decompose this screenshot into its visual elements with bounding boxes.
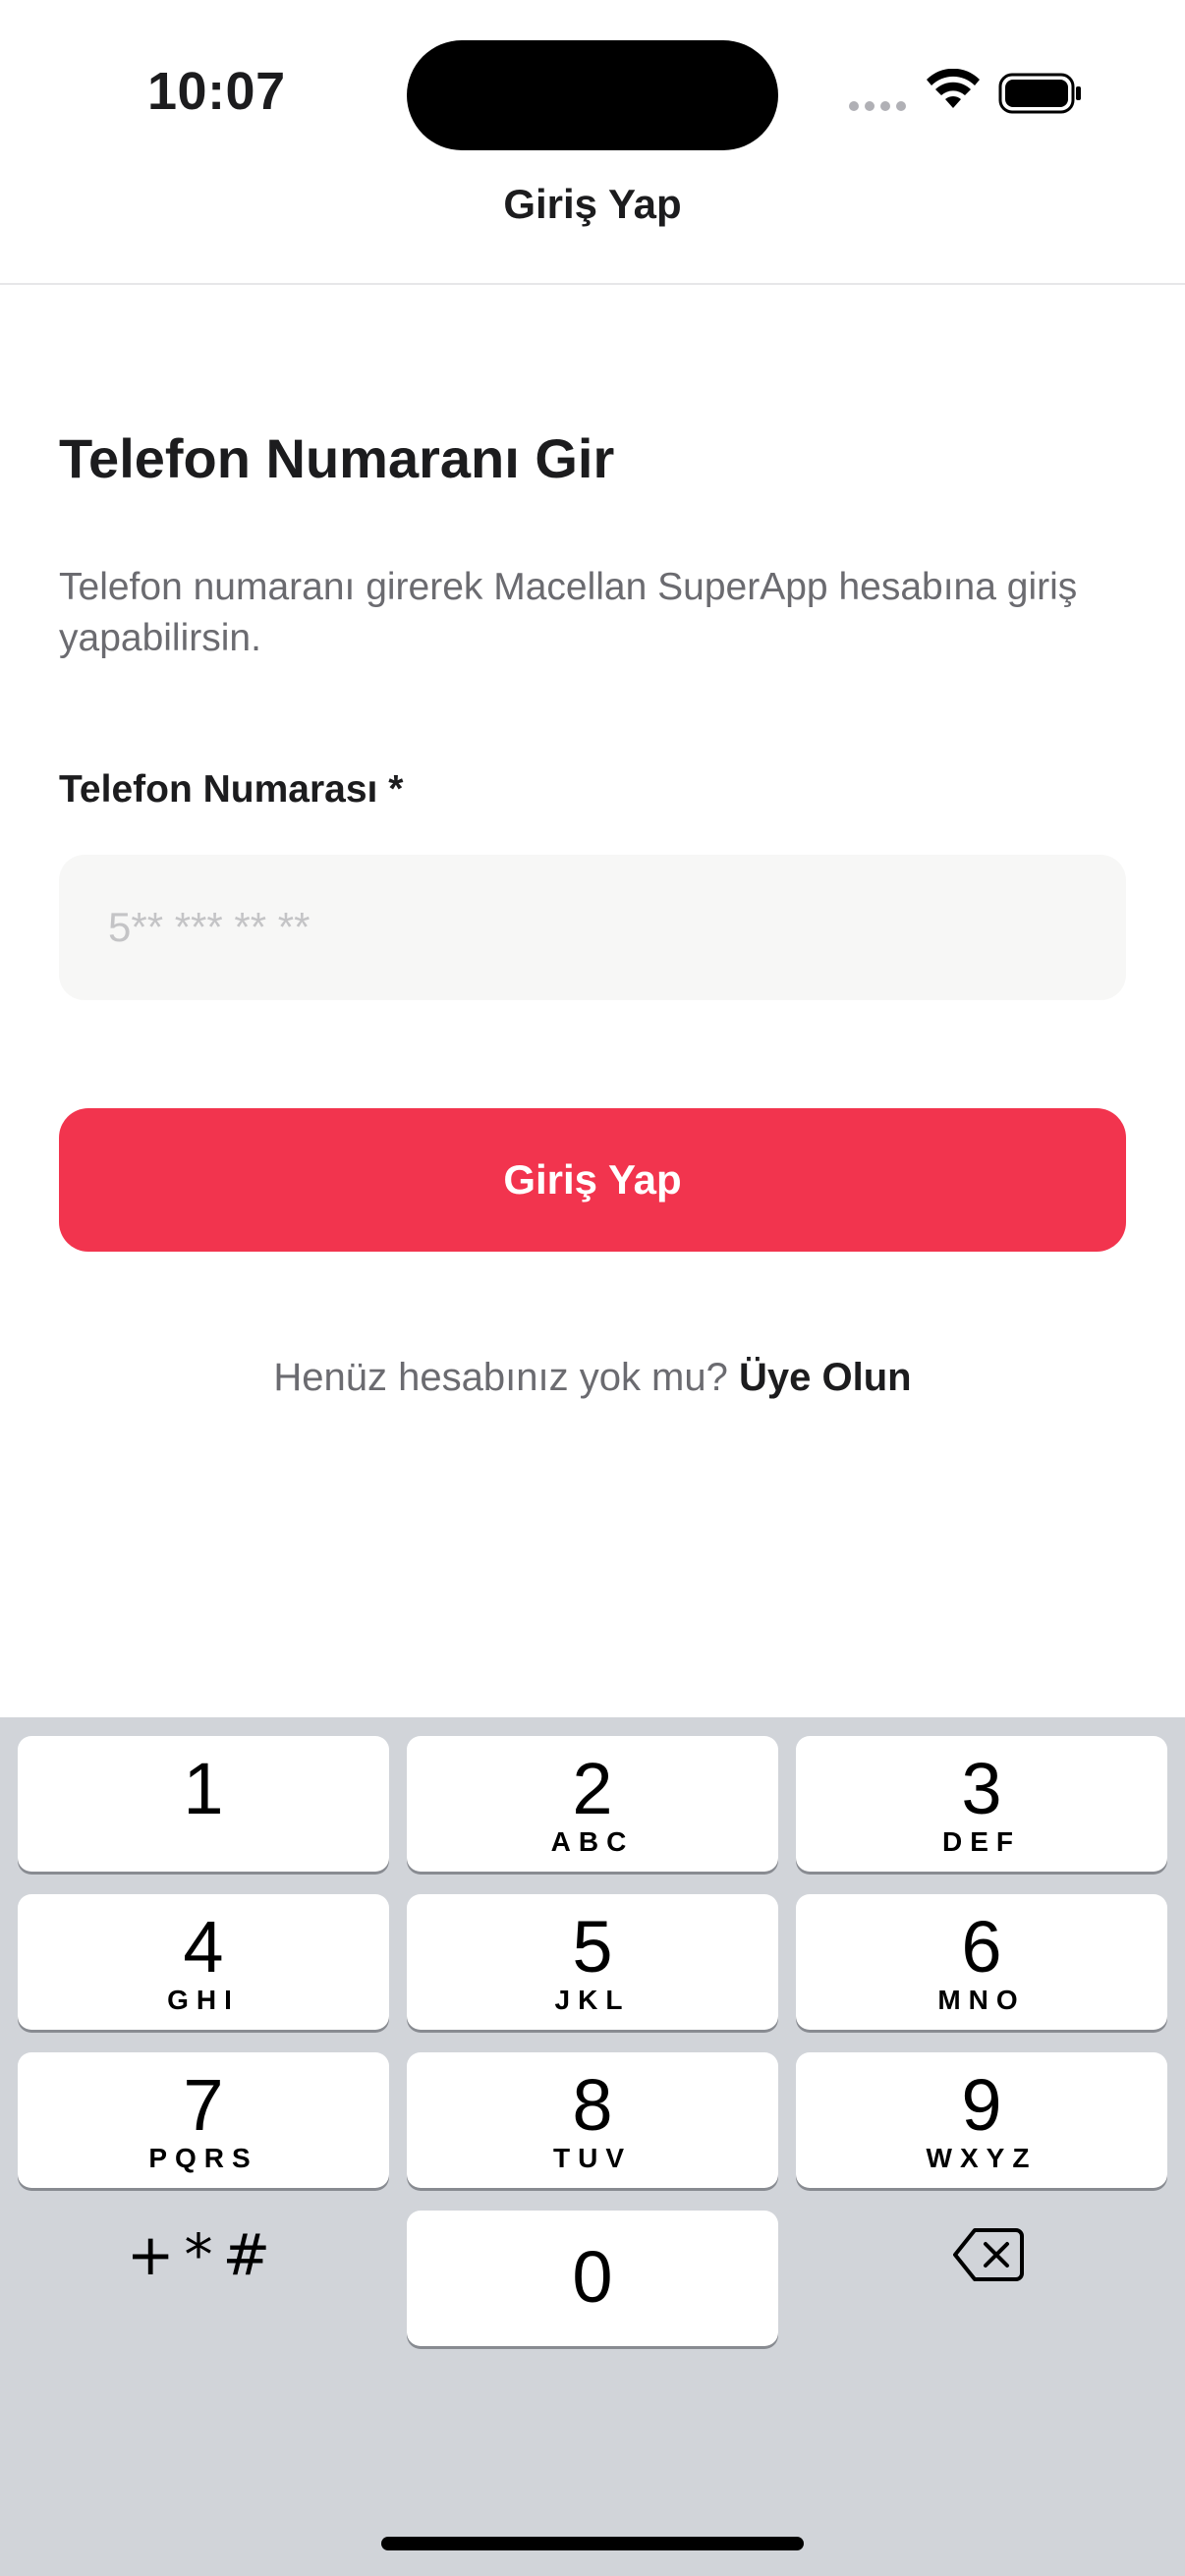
key-letters: PQRS xyxy=(148,2143,258,2173)
key-2[interactable]: 2 ABC xyxy=(407,1736,778,1872)
key-letters: MNO xyxy=(937,1985,1026,2015)
page-heading: Telefon Numaranı Gir xyxy=(59,427,615,489)
key-digit: 4 xyxy=(183,1906,224,1988)
key-digit: 3 xyxy=(961,1748,1002,1829)
key-letters: TUV xyxy=(553,2143,632,2173)
key-digit: 0 xyxy=(572,2236,613,2318)
signup-row: Henüz hesabınız yok mu? Üye Olun xyxy=(0,1356,1185,1400)
key-letters: WXYZ xyxy=(926,2143,1038,2173)
key-3[interactable]: 3 DEF xyxy=(796,1736,1167,1872)
key-1[interactable]: 1 xyxy=(18,1736,389,1872)
phone-field-label: Telefon Numarası * xyxy=(59,768,404,811)
status-time: 10:07 xyxy=(147,62,286,121)
symbols-key[interactable]: +*# xyxy=(18,2187,389,2323)
key-8[interactable]: 8 TUV xyxy=(407,2052,778,2188)
key-letters: ABC xyxy=(550,1826,635,1857)
key-7[interactable]: 7 PQRS xyxy=(18,2052,389,2188)
login-button[interactable]: Giriş Yap xyxy=(59,1108,1126,1252)
signup-link[interactable]: Üye Olun xyxy=(739,1356,912,1399)
battery-icon xyxy=(998,73,1081,114)
phone-number-input[interactable] xyxy=(59,855,1126,1000)
dynamic-island xyxy=(407,40,778,150)
signup-prompt: Henüz hesabınız yok mu? xyxy=(273,1356,728,1399)
key-digit: 2 xyxy=(572,1748,613,1829)
key-letters: DEF xyxy=(942,1826,1021,1857)
key-digit: 9 xyxy=(961,2064,1002,2146)
key-letters: GHI xyxy=(167,1985,240,2015)
key-digit: 6 xyxy=(961,1906,1002,1988)
key-letters: JKL xyxy=(554,1985,631,2015)
key-6[interactable]: 6 MNO xyxy=(796,1894,1167,2030)
page-description: Telefon numaranı girerek Macellan SuperA… xyxy=(59,566,1078,659)
key-digit: 7 xyxy=(183,2064,224,2146)
key-digit: 1 xyxy=(183,1748,224,1829)
status-bar: 10:07 xyxy=(0,0,1185,187)
backspace-icon xyxy=(953,2228,1024,2281)
key-0[interactable]: 0 xyxy=(407,2211,778,2346)
nav-title: Giriş Yap xyxy=(503,181,682,227)
key-5[interactable]: 5 JKL xyxy=(407,1894,778,2030)
delete-key[interactable] xyxy=(796,2187,1167,2323)
cellular-signal-icon xyxy=(849,101,906,111)
key-9[interactable]: 9 WXYZ xyxy=(796,2052,1167,2188)
key-digit: 8 xyxy=(572,2064,613,2146)
nav-divider xyxy=(0,283,1185,285)
key-4[interactable]: 4 GHI xyxy=(18,1894,389,2030)
key-digit: 5 xyxy=(572,1906,613,1988)
wifi-icon xyxy=(927,69,980,108)
home-indicator xyxy=(381,2537,804,2550)
